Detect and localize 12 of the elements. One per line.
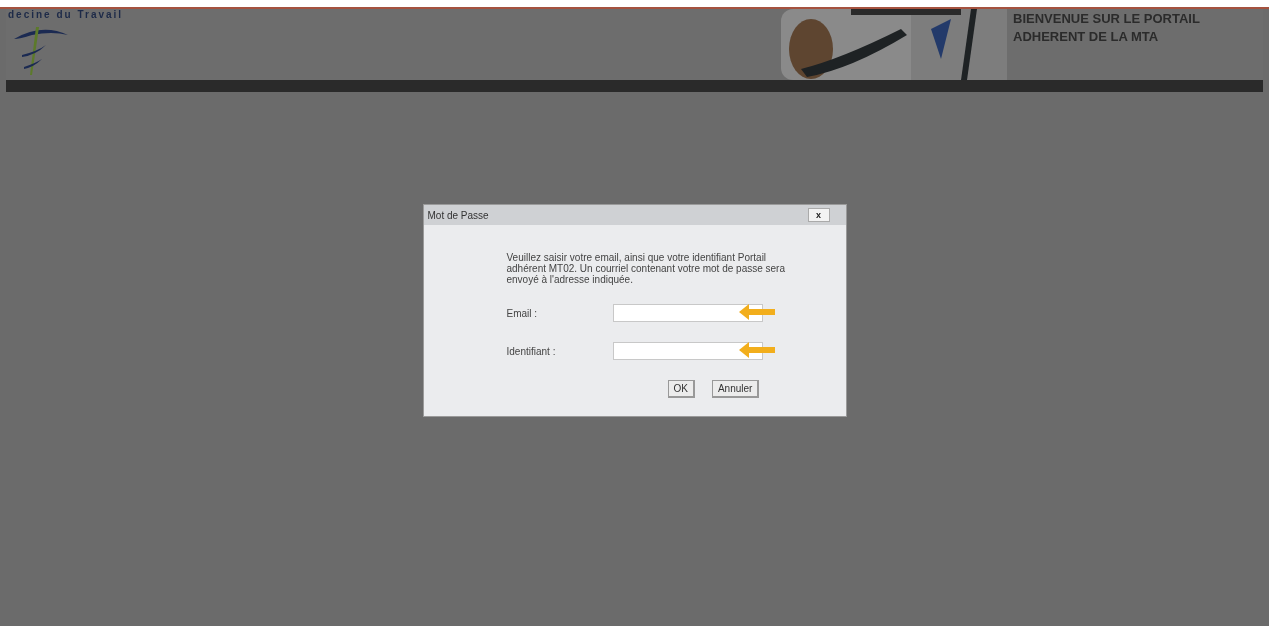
input-field[interactable] xyxy=(612,304,763,322)
logo-text: decine du Travail xyxy=(8,9,125,21)
dialog-title: Mot de Passe xyxy=(427,208,489,223)
welcome-text: ADHERENT DE LA MTA xyxy=(1013,28,1160,46)
instructions-text: Veuillez saisir votre email, ainsi que votre identifiant Portail adhérent MT02. Un courriel contenant votre mot de passe sera envoyé à l'adresse indiquée. xyxy=(506,252,786,285)
input-field[interactable] xyxy=(612,342,763,360)
dialog-button[interactable]: Annuler xyxy=(711,380,760,398)
close-button[interactable]: x xyxy=(807,208,830,222)
dialog-button[interactable]: OK xyxy=(667,380,695,398)
welcome-text: BIENVENUE SUR LE PORTAIL xyxy=(1013,10,1201,28)
field-label: Email : xyxy=(506,306,539,321)
field-label: Identifiant : xyxy=(506,344,557,359)
